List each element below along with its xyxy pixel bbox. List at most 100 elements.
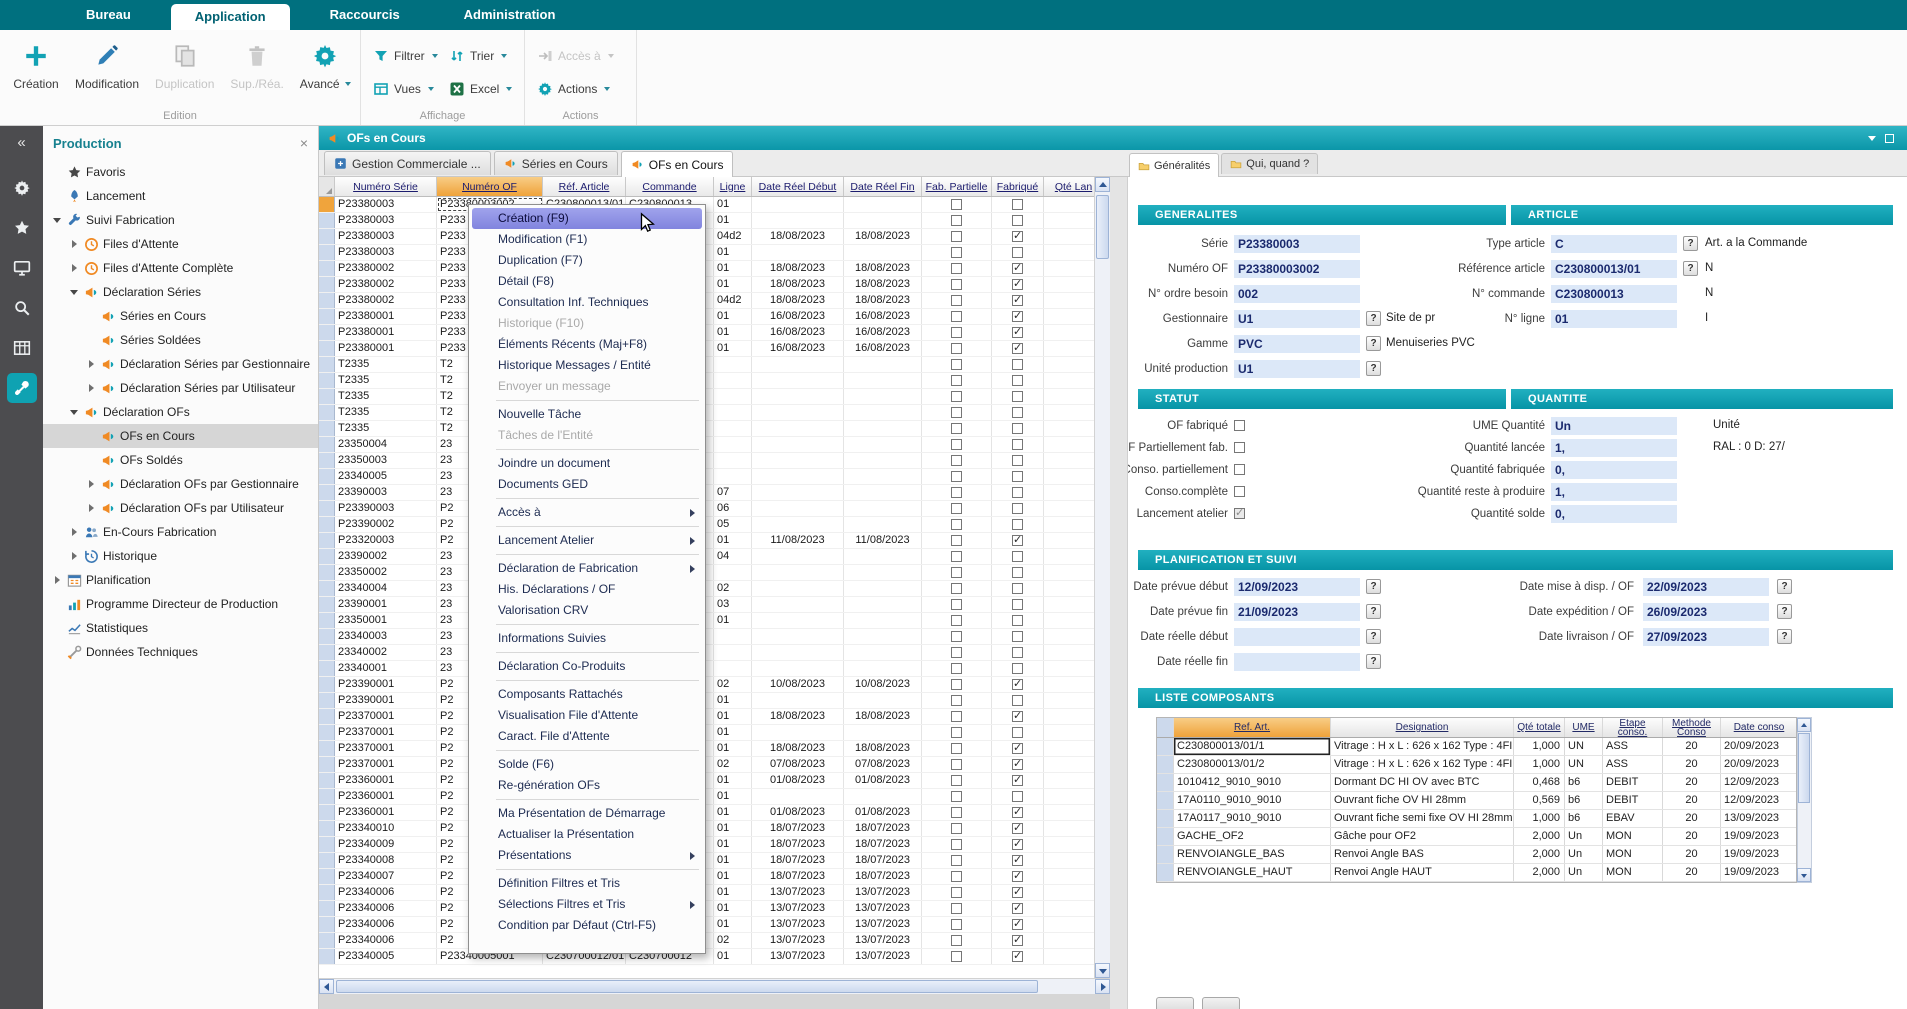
cell-date-debut[interactable]: 13/07/2023 <box>752 885 844 900</box>
cell-qte-lancee[interactable] <box>1044 917 1094 932</box>
cell-fabrique[interactable] <box>992 853 1044 868</box>
cell-fabrique[interactable] <box>992 533 1044 548</box>
cell-date-debut[interactable]: 13/07/2023 <box>752 933 844 948</box>
ribbon-avanc-button[interactable]: Avancé <box>295 37 356 105</box>
fab-partielle-checkbox[interactable] <box>951 343 962 354</box>
fabrique-checkbox[interactable] <box>1012 631 1023 642</box>
cell-numero-serie[interactable]: P23340006 <box>335 917 437 932</box>
cell-date-debut[interactable] <box>752 405 844 420</box>
row-selector[interactable] <box>319 821 335 836</box>
row-selector[interactable] <box>319 517 335 532</box>
ribbon-cr-ation-button[interactable]: Création <box>8 37 64 105</box>
cell-ligne[interactable] <box>714 661 752 676</box>
col-fab-partielle[interactable]: Fab. Partielle <box>922 177 992 196</box>
row-selector[interactable] <box>319 677 335 692</box>
cell-ligne[interactable]: 02 <box>714 677 752 692</box>
cell-date-fin[interactable]: 16/08/2023 <box>844 325 922 340</box>
cell-date-debut[interactable]: 18/07/2023 <box>752 837 844 852</box>
rail-production-icon[interactable] <box>7 373 37 403</box>
composant-cell[interactable]: ASS <box>1603 738 1663 755</box>
cell-date-debut[interactable]: 01/08/2023 <box>752 773 844 788</box>
fab-partielle-checkbox[interactable] <box>951 359 962 370</box>
row-selector[interactable] <box>319 309 335 324</box>
cell-numero-serie[interactable]: 23350002 <box>335 565 437 580</box>
cell-fabrique[interactable] <box>992 325 1044 340</box>
fab-partielle-checkbox[interactable] <box>951 487 962 498</box>
cell-qte-lancee[interactable] <box>1044 341 1094 356</box>
cell-qte-lancee[interactable] <box>1044 213 1094 228</box>
table-row[interactable]: 2334000123 <box>319 661 1094 677</box>
cell-fabrique[interactable] <box>992 245 1044 260</box>
cell-ligne[interactable] <box>714 405 752 420</box>
cell-numero-serie[interactable]: 23340004 <box>335 581 437 596</box>
col-num-ro-of[interactable]: Numéro OF <box>437 177 543 196</box>
cell-numero-serie[interactable]: 23390002 <box>335 549 437 564</box>
cell-qte-lancee[interactable] <box>1044 373 1094 388</box>
cell-date-debut[interactable] <box>752 789 844 804</box>
composant-cell[interactable]: b6 <box>1565 792 1603 809</box>
fab-partielle-checkbox[interactable] <box>951 391 962 402</box>
cell-fabrique[interactable] <box>992 437 1044 452</box>
row-selector[interactable] <box>319 581 335 596</box>
cell-qte-lancee[interactable] <box>1044 949 1094 964</box>
cell-fabrique[interactable] <box>992 469 1044 484</box>
fab-partielle-checkbox[interactable] <box>951 599 962 610</box>
cell-fab-partielle[interactable] <box>922 325 992 340</box>
fabrique-checkbox[interactable] <box>1012 199 1023 210</box>
fab-partielle-checkbox[interactable] <box>951 519 962 530</box>
ctx-visualisation-file-d-attente[interactable]: Visualisation File d'Attente <box>472 705 702 726</box>
fab-partielle-checkbox[interactable] <box>951 903 962 914</box>
cell-fab-partielle[interactable] <box>922 549 992 564</box>
cell-fabrique[interactable] <box>992 837 1044 852</box>
rail-settings-icon[interactable] <box>7 173 37 203</box>
composant-cell[interactable]: b6 <box>1565 810 1603 827</box>
fab-partielle-checkbox[interactable] <box>951 455 962 466</box>
composant-cell[interactable]: Un <box>1565 828 1603 845</box>
fab-partielle-checkbox[interactable] <box>951 743 962 754</box>
row-selector[interactable] <box>319 661 335 676</box>
cell-date-fin[interactable]: 18/07/2023 <box>844 853 922 868</box>
cell-date-fin[interactable] <box>844 405 922 420</box>
cell-qte-lancee[interactable] <box>1044 901 1094 916</box>
col-ume[interactable]: UME <box>1565 718 1603 737</box>
ribbon-acc-s-button[interactable]: Accès à <box>537 43 625 69</box>
cell-date-debut[interactable] <box>752 581 844 596</box>
cell-date-fin[interactable] <box>844 389 922 404</box>
row-selector[interactable] <box>1157 828 1174 845</box>
cell-date-fin[interactable] <box>844 661 922 676</box>
detail-tab-g-n-ralit-s[interactable]: Généralités <box>1129 153 1219 177</box>
cell-fab-partielle[interactable] <box>922 213 992 228</box>
fabrique-checkbox[interactable] <box>1012 887 1023 898</box>
composant-cell[interactable]: 1,000 <box>1514 810 1565 827</box>
composant-cell[interactable]: 20/09/2023 <box>1721 756 1798 773</box>
table-row[interactable]: 233900032307 <box>319 485 1094 501</box>
field-s-rie[interactable]: P23380003 <box>1234 235 1360 253</box>
row-selector[interactable] <box>319 197 335 212</box>
cell-numero-serie[interactable]: P23340005 <box>335 949 437 964</box>
row-selector[interactable] <box>319 357 335 372</box>
cell-ligne[interactable]: 01 <box>714 837 752 852</box>
fabrique-checkbox[interactable] <box>1012 695 1023 706</box>
table-row[interactable]: P23380002P2330118/08/202318/08/2023 <box>319 277 1094 293</box>
horizontal-scroll-thumb[interactable] <box>336 980 1038 993</box>
fab-partielle-checkbox[interactable] <box>951 775 962 786</box>
table-row[interactable]: 2335000223 <box>319 565 1094 581</box>
nav-d-claration-ofs-par-gestionnaire[interactable]: Déclaration OFs par Gestionnaire <box>43 472 318 496</box>
cell-numero-serie[interactable]: P23380002 <box>335 277 437 292</box>
cell-fab-partielle[interactable] <box>922 229 992 244</box>
cell-qte-lancee[interactable] <box>1044 437 1094 452</box>
table-row[interactable]: T2335T2 <box>319 421 1094 437</box>
table-row[interactable]: P23360001P20101/08/202301/08/2023 <box>319 805 1094 821</box>
cell-date-debut[interactable]: 11/08/2023 <box>752 533 844 548</box>
cell-fabrique[interactable] <box>992 517 1044 532</box>
ctx-caract-file-d-attente[interactable]: Caract. File d'Attente <box>472 726 702 747</box>
conso-partiellement-checkbox[interactable] <box>1234 464 1245 475</box>
fabrique-checkbox[interactable] <box>1012 663 1023 674</box>
cell-ligne[interactable]: 01 <box>714 901 752 916</box>
table-row[interactable]: P23340006P20113/07/202313/07/2023 <box>319 885 1094 901</box>
nav-d-claration-ofs-par-utilisateur[interactable]: Déclaration OFs par Utilisateur <box>43 496 318 520</box>
row-selector[interactable] <box>319 245 335 260</box>
vertical-scroll-thumb[interactable] <box>1096 195 1109 259</box>
fab-partielle-checkbox[interactable] <box>951 279 962 290</box>
fab-partielle-checkbox[interactable] <box>951 583 962 594</box>
